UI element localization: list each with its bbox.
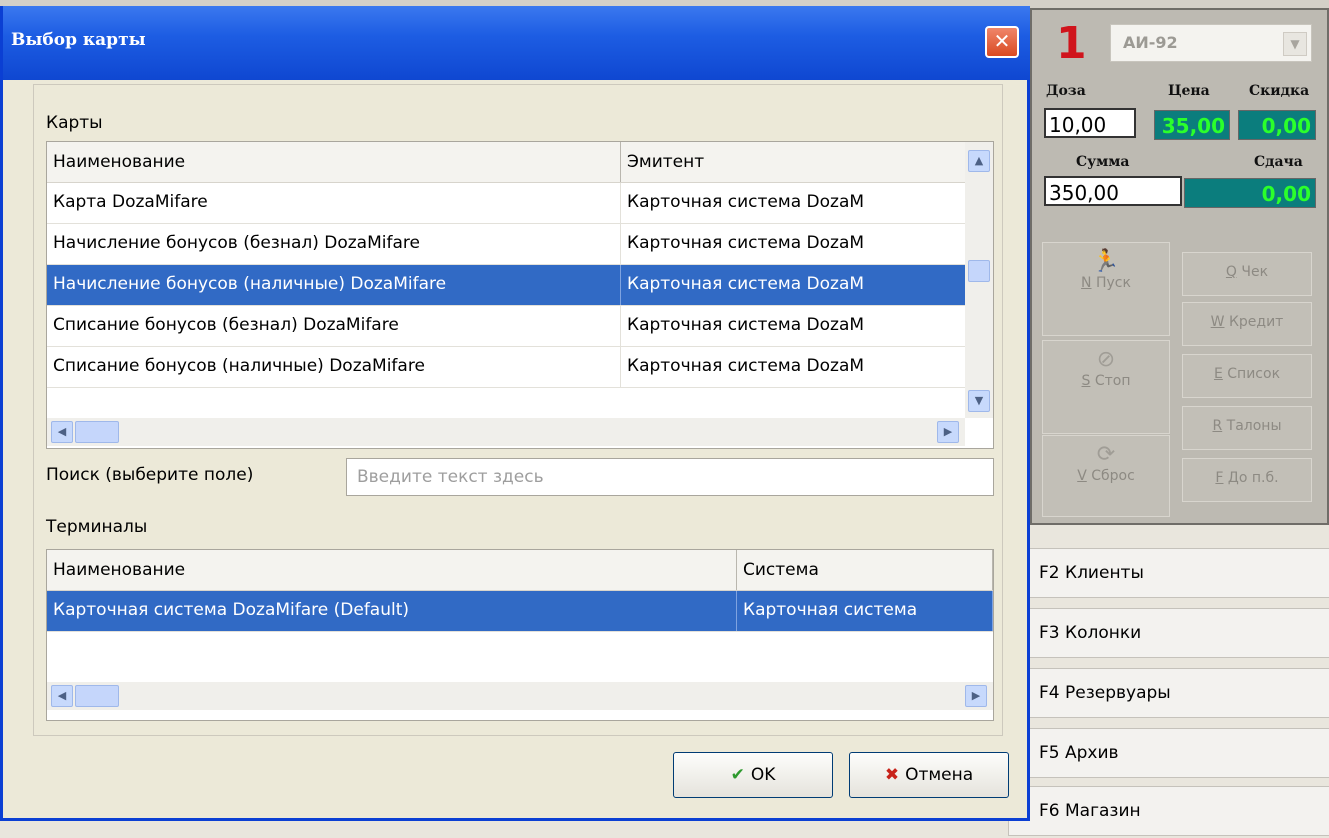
dose-label: Доза — [1046, 83, 1086, 99]
stop-button[interactable]: ⊘ S Стоп — [1042, 340, 1170, 434]
title-bar: Выбор карты ✕ — [3, 6, 1030, 80]
close-icon: ✕ — [993, 29, 1011, 53]
stop-text: Стоп — [1090, 373, 1131, 389]
fuel-select[interactable]: АИ-92 ▼ — [1110, 24, 1312, 62]
fuel-value: АИ-92 — [1123, 33, 1178, 52]
start-button[interactable]: 🏃 N Пуск — [1042, 242, 1170, 336]
pump-panel: 1 АИ-92 ▼ Доза Цена Скидка 10,00 35,00 0… — [1030, 8, 1329, 525]
cell-name: Списание бонусов (безнал) DozaMifare — [47, 306, 621, 346]
card-select-dialog: Выбор карты ✕ Карты Наименование Эмитент… — [0, 6, 1030, 821]
coupons-key: R — [1212, 418, 1223, 434]
dose-field[interactable]: 10,00 — [1044, 108, 1136, 138]
chevron-down-icon[interactable]: ▼ — [1283, 32, 1307, 56]
scroll-thumb[interactable] — [75, 421, 119, 443]
terminals-label: Терминалы — [46, 517, 148, 537]
table-row[interactable]: Начисление бонусов (безнал) DozaMifare К… — [47, 224, 967, 265]
table-row[interactable]: Списание бонусов (наличные) DozaMifare К… — [47, 347, 967, 388]
start-text: Пуск — [1091, 275, 1131, 291]
credit-text: Кредит — [1224, 314, 1284, 330]
scroll-up-icon[interactable]: ▲ — [968, 150, 990, 172]
scroll-thumb[interactable] — [968, 260, 990, 282]
reset-button[interactable]: ⟳ V Сброс — [1042, 435, 1170, 517]
to-full-text: До п.б. — [1223, 470, 1279, 486]
sum-field[interactable]: 350,00 — [1044, 176, 1182, 206]
scroll-right-icon[interactable]: ▶ — [965, 685, 987, 707]
terminals-grid-header: Наименование Система — [47, 550, 993, 591]
price-label: Цена — [1168, 83, 1210, 99]
cards-label: Карты — [46, 113, 103, 133]
list-key: E — [1213, 366, 1223, 382]
cell-issuer: Карточная система DozaM — [621, 265, 967, 305]
pump-number: 1 — [1056, 18, 1087, 69]
credit-key: W — [1210, 314, 1225, 330]
scroll-thumb[interactable] — [75, 685, 119, 707]
table-row-selected[interactable]: Карточная система DozaMifare (Default) К… — [47, 591, 993, 632]
start-key: N — [1081, 275, 1092, 291]
discount-label: Скидка — [1249, 83, 1310, 99]
table-row-selected[interactable]: Начисление бонусов (наличные) DozaMifare… — [47, 265, 967, 306]
cell-name: Списание бонусов (наличные) DozaMifare — [47, 347, 621, 387]
discount-display: 0,00 — [1238, 110, 1316, 140]
cell-name: Начисление бонусов (безнал) DozaMifare — [47, 224, 621, 264]
cell-issuer: Карточная система DozaM — [621, 347, 967, 387]
sum-label: Сумма — [1076, 154, 1130, 170]
tab-shop[interactable]: F6 Магазин — [1008, 786, 1329, 836]
scroll-right-icon[interactable]: ▶ — [937, 421, 959, 443]
price-display: 35,00 — [1154, 110, 1230, 140]
close-button[interactable]: ✕ — [985, 26, 1019, 58]
terminals-horizontal-scrollbar[interactable]: ◀ ▶ — [47, 682, 993, 710]
coupons-text: Талоны — [1222, 418, 1282, 434]
change-display: 0,00 — [1184, 178, 1316, 208]
check-text: Чек — [1236, 264, 1269, 280]
reset-text: Сброс — [1086, 468, 1135, 484]
cards-vertical-scrollbar[interactable]: ▲ ▼ — [965, 142, 993, 418]
search-input[interactable] — [346, 458, 994, 496]
cancel-label: Отмена — [905, 765, 974, 785]
cell-name: Начисление бонусов (наличные) DozaMifare — [47, 265, 621, 305]
cards-grid: Наименование Эмитент Карта DozaMifare Ка… — [46, 141, 994, 449]
tab-tanks[interactable]: F4 Резервуары — [1008, 668, 1329, 718]
dialog-title: Выбор карты — [11, 30, 146, 50]
ok-button[interactable]: ✔ OK — [673, 752, 833, 798]
table-row[interactable]: Карта DozaMifare Карточная система DozaM — [47, 183, 967, 224]
table-row[interactable]: Списание бонусов (безнал) DozaMifare Кар… — [47, 306, 967, 347]
cancel-button[interactable]: ✖ Отмена — [849, 752, 1009, 798]
cell-name: Карта DozaMifare — [47, 183, 621, 223]
list-text: Список — [1222, 366, 1281, 382]
check-key: Q — [1225, 264, 1237, 280]
cards-horizontal-scrollbar[interactable]: ◀ ▶ — [47, 418, 965, 446]
reset-icon: ⟳ — [1096, 442, 1116, 467]
column-header-issuer[interactable]: Эмитент — [621, 142, 967, 182]
cell-name: Карточная система DozaMifare (Default) — [47, 591, 737, 631]
cell-issuer: Карточная система DozaM — [621, 224, 967, 264]
cell-issuer: Карточная система DozaM — [621, 183, 967, 223]
cross-icon: ✖ — [884, 765, 900, 785]
search-label: Поиск (выберите поле) — [46, 465, 254, 485]
checkmark-icon: ✔ — [730, 765, 745, 785]
check-button[interactable]: Q Чек — [1182, 252, 1312, 296]
change-label: Сдача — [1254, 154, 1303, 170]
ok-label: OK — [750, 765, 776, 785]
cell-system: Карточная система — [737, 591, 993, 631]
reset-key: V — [1077, 468, 1087, 484]
list-button[interactable]: E Список — [1182, 354, 1312, 398]
credit-button[interactable]: W Кредит — [1182, 302, 1312, 346]
scroll-left-icon[interactable]: ◀ — [51, 685, 73, 707]
scroll-left-icon[interactable]: ◀ — [51, 421, 73, 443]
tab-archive[interactable]: F5 Архив — [1008, 728, 1329, 778]
to-full-button[interactable]: F До п.б. — [1182, 458, 1312, 502]
dialog-content: Карты Наименование Эмитент Карта DozaMif… — [33, 84, 1003, 736]
stop-icon: ⊘ — [1096, 347, 1116, 372]
scroll-down-icon[interactable]: ▼ — [968, 390, 990, 412]
tab-clients[interactable]: F2 Клиенты — [1008, 548, 1329, 598]
column-header-name[interactable]: Наименование — [47, 142, 621, 182]
terminals-grid: Наименование Система Карточная система D… — [46, 549, 994, 721]
runner-icon: 🏃 — [1092, 249, 1120, 274]
cards-grid-header: Наименование Эмитент — [47, 142, 967, 183]
coupons-button[interactable]: R Талоны — [1182, 406, 1312, 450]
column-header-name[interactable]: Наименование — [47, 550, 737, 590]
cell-issuer: Карточная система DozaM — [621, 306, 967, 346]
column-header-system[interactable]: Система — [737, 550, 993, 590]
tab-pumps[interactable]: F3 Колонки — [1008, 608, 1329, 658]
